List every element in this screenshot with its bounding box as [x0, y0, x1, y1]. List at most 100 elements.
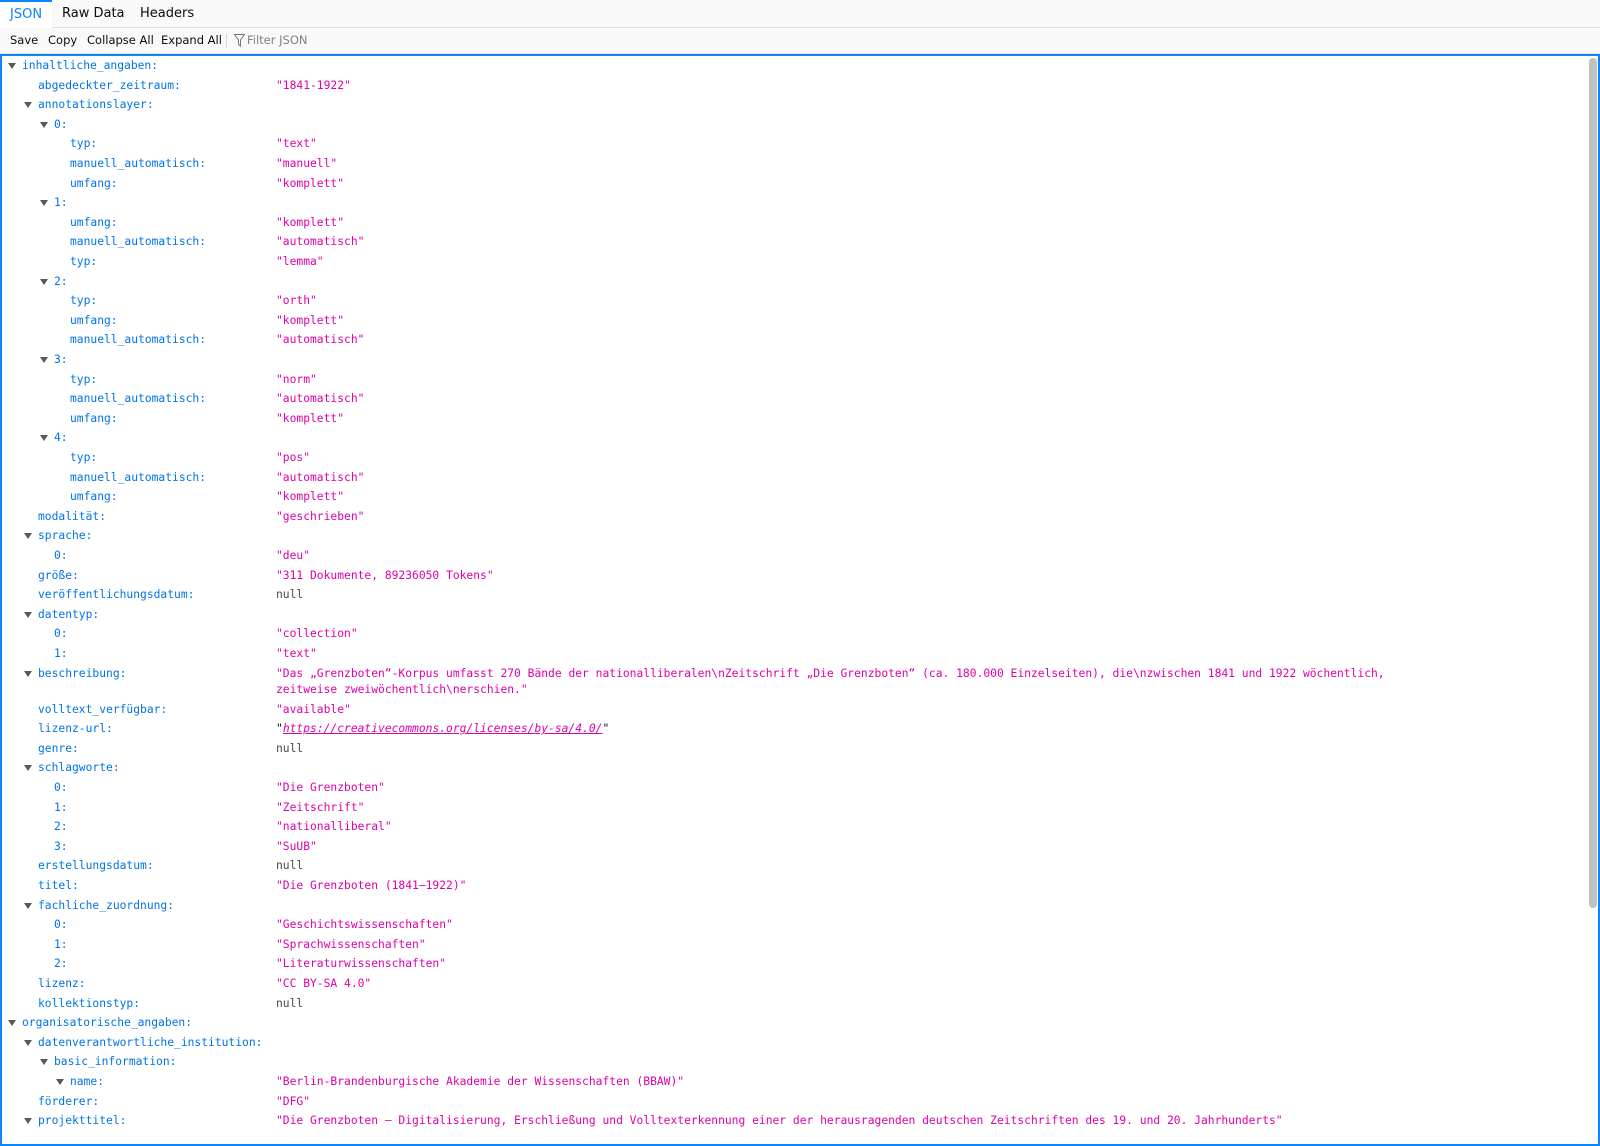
- tree-row[interactable]: manuell_automatisch: "automatisch": [2, 389, 1582, 409]
- tree-row[interactable]: lizenz: "CC BY-SA 4.0": [2, 974, 1582, 994]
- tree-row[interactable]: umfang: "komplett": [2, 174, 1582, 194]
- tree-row[interactable]: genre: null: [2, 739, 1582, 759]
- expand-toggle-icon[interactable]: [24, 533, 32, 540]
- expand-toggle-icon[interactable]: [40, 435, 48, 442]
- tree-row[interactable]: lizenz-url: "https://creativecommons.org/…: [2, 719, 1582, 739]
- tree-row[interactable]: förderer: "DFG": [2, 1092, 1582, 1112]
- tree-row[interactable]: abgedeckter_zeitraum: "1841-1922": [2, 76, 1582, 96]
- expand-toggle-icon[interactable]: [56, 1079, 64, 1085]
- tree-row[interactable]: 2: "nationalliberal": [2, 817, 1582, 837]
- tree-row[interactable]: volltext_verfügbar: "available": [2, 700, 1582, 720]
- tree-row[interactable]: organisatorische_angaben:: [2, 1013, 1582, 1033]
- tree-row[interactable]: beschreibung: "Das „Grenzboten“-Korpus um…: [2, 664, 1582, 700]
- json-key: genre:: [38, 741, 79, 755]
- tree-row[interactable]: typ: "pos": [2, 448, 1582, 468]
- tree-row[interactable]: 1: "text": [2, 644, 1582, 664]
- tree-row[interactable]: titel: "Die Grenzboten (1841–1922)": [2, 876, 1582, 896]
- json-key: beschreibung:: [38, 666, 127, 680]
- json-key: 0:: [54, 781, 68, 794]
- expand-toggle-icon[interactable]: [24, 1039, 32, 1046]
- json-string-value: "text": [276, 137, 317, 151]
- tree-row[interactable]: name: "Berlin-Brandenburgische Akademie d…: [2, 1072, 1582, 1092]
- json-key: kollektionstyp:: [38, 996, 141, 1010]
- tree-row[interactable]: modalität: "geschrieben": [2, 507, 1582, 527]
- expand-toggle-icon[interactable]: [8, 63, 16, 69]
- tree-row[interactable]: 0:: [2, 115, 1582, 135]
- tree-row[interactable]: 2:: [2, 272, 1582, 292]
- tab-raw-data[interactable]: Raw Data: [52, 0, 135, 28]
- json-tree-viewer[interactable]: inhaltliche_angaben: abgedeckter_zeitraum…: [0, 54, 1600, 1146]
- json-key: datenverantwortliche_institution:: [38, 1035, 263, 1049]
- save-button[interactable]: Save: [6, 28, 42, 53]
- json-string-value: "Berlin-Brandenburgische Akademie der Wi…: [276, 1075, 685, 1088]
- json-key: typ:: [70, 294, 98, 308]
- tree-row[interactable]: größe: "311 Dokumente, 89236050 Tokens": [2, 566, 1582, 586]
- json-key: 1:: [54, 647, 68, 660]
- tree-row[interactable]: 0: "deu": [2, 546, 1582, 566]
- filter-json-input[interactable]: [247, 31, 447, 49]
- tree-row[interactable]: sprache:: [2, 526, 1582, 546]
- tree-row[interactable]: schlagworte:: [2, 758, 1582, 778]
- tree-row[interactable]: 0: "Die Grenzboten": [2, 778, 1582, 798]
- expand-toggle-icon[interactable]: [24, 670, 32, 677]
- tree-row[interactable]: datentyp:: [2, 605, 1582, 625]
- tree-row[interactable]: 0: "collection": [2, 624, 1582, 644]
- tree-row[interactable]: umfang: "komplett": [2, 487, 1582, 507]
- expand-toggle-icon[interactable]: [24, 611, 32, 618]
- expand-toggle-icon[interactable]: [8, 1020, 16, 1027]
- expand-toggle-icon[interactable]: [40, 121, 48, 128]
- expand-toggle-icon[interactable]: [24, 1118, 32, 1125]
- tree-row[interactable]: manuell_automatisch: "automatisch": [2, 330, 1582, 350]
- copy-button[interactable]: Copy: [44, 28, 81, 53]
- expand-toggle-icon[interactable]: [40, 357, 48, 363]
- json-toolbar: Save Copy Collapse All Expand All: [0, 28, 1600, 54]
- tree-row[interactable]: umfang: "komplett": [2, 213, 1582, 233]
- json-link-value[interactable]: "https://creativecommons.org/licenses/by…: [276, 719, 1436, 737]
- tree-row[interactable]: 1: "Sprachwissenschaften": [2, 935, 1582, 955]
- tree-row[interactable]: inhaltliche_angaben:: [2, 56, 1582, 76]
- tree-row[interactable]: 2: "Literaturwissenschaften": [2, 954, 1582, 974]
- json-key: typ:: [70, 137, 98, 151]
- tree-row[interactable]: 3: "SuUB": [2, 837, 1582, 857]
- tree-row[interactable]: umfang: "komplett": [2, 311, 1582, 331]
- tree-row[interactable]: typ: "text": [2, 134, 1582, 154]
- tree-row[interactable]: fachliche_zuordnung:: [2, 896, 1582, 916]
- json-key: umfang:: [70, 490, 118, 504]
- tree-row[interactable]: manuell_automatisch: "automatisch": [2, 232, 1582, 252]
- tree-row[interactable]: 3:: [2, 350, 1582, 370]
- tab-json[interactable]: JSON: [0, 0, 53, 28]
- expand-all-button[interactable]: Expand All: [157, 28, 226, 53]
- json-string-value: "komplett": [276, 313, 345, 327]
- expand-toggle-icon[interactable]: [24, 102, 32, 109]
- tree-row[interactable]: erstellungsdatum: null: [2, 856, 1582, 876]
- tree-row[interactable]: kollektionstyp: null: [2, 994, 1582, 1014]
- tree-row[interactable]: manuell_automatisch: "manuell": [2, 154, 1582, 174]
- json-key: umfang:: [70, 313, 118, 327]
- tree-row[interactable]: basic_information:: [2, 1052, 1582, 1072]
- collapse-all-button[interactable]: Collapse All: [83, 28, 158, 53]
- expand-toggle-icon[interactable]: [40, 1059, 48, 1066]
- expand-toggle-icon[interactable]: [40, 278, 48, 285]
- tree-row[interactable]: umfang: "komplett": [2, 409, 1582, 429]
- vertical-scrollbar[interactable]: [1589, 58, 1597, 908]
- tree-row[interactable]: 4:: [2, 428, 1582, 448]
- tree-row[interactable]: datenverantwortliche_institution:: [2, 1033, 1582, 1053]
- tab-bar: JSON Raw Data Headers: [0, 0, 1600, 28]
- tree-row[interactable]: manuell_automatisch: "automatisch": [2, 468, 1582, 488]
- tree-row[interactable]: projekttitel: "Die Grenzboten – Digitalis…: [2, 1111, 1582, 1131]
- tree-row[interactable]: typ: "lemma": [2, 252, 1582, 272]
- tree-row[interactable]: veröffentlichungsdatum: null: [2, 585, 1582, 605]
- tree-row[interactable]: 1: "Zeitschrift": [2, 798, 1582, 818]
- tree-row[interactable]: typ: "orth": [2, 291, 1582, 311]
- expand-toggle-icon[interactable]: [24, 765, 32, 772]
- tab-headers[interactable]: Headers: [130, 0, 204, 28]
- tree-row[interactable]: typ: "norm": [2, 370, 1582, 390]
- expand-toggle-icon[interactable]: [40, 200, 48, 207]
- license-link[interactable]: https://creativecommons.org/licenses/by-…: [283, 722, 603, 735]
- tree-row[interactable]: 0: "Geschichtswissenschaften": [2, 915, 1582, 935]
- tree-row[interactable]: 1:: [2, 193, 1582, 213]
- json-string-value: "norm": [276, 372, 317, 386]
- expand-toggle-icon[interactable]: [24, 902, 32, 909]
- json-key: lizenz-url:: [38, 722, 113, 736]
- tree-row[interactable]: annotationslayer:: [2, 95, 1582, 115]
